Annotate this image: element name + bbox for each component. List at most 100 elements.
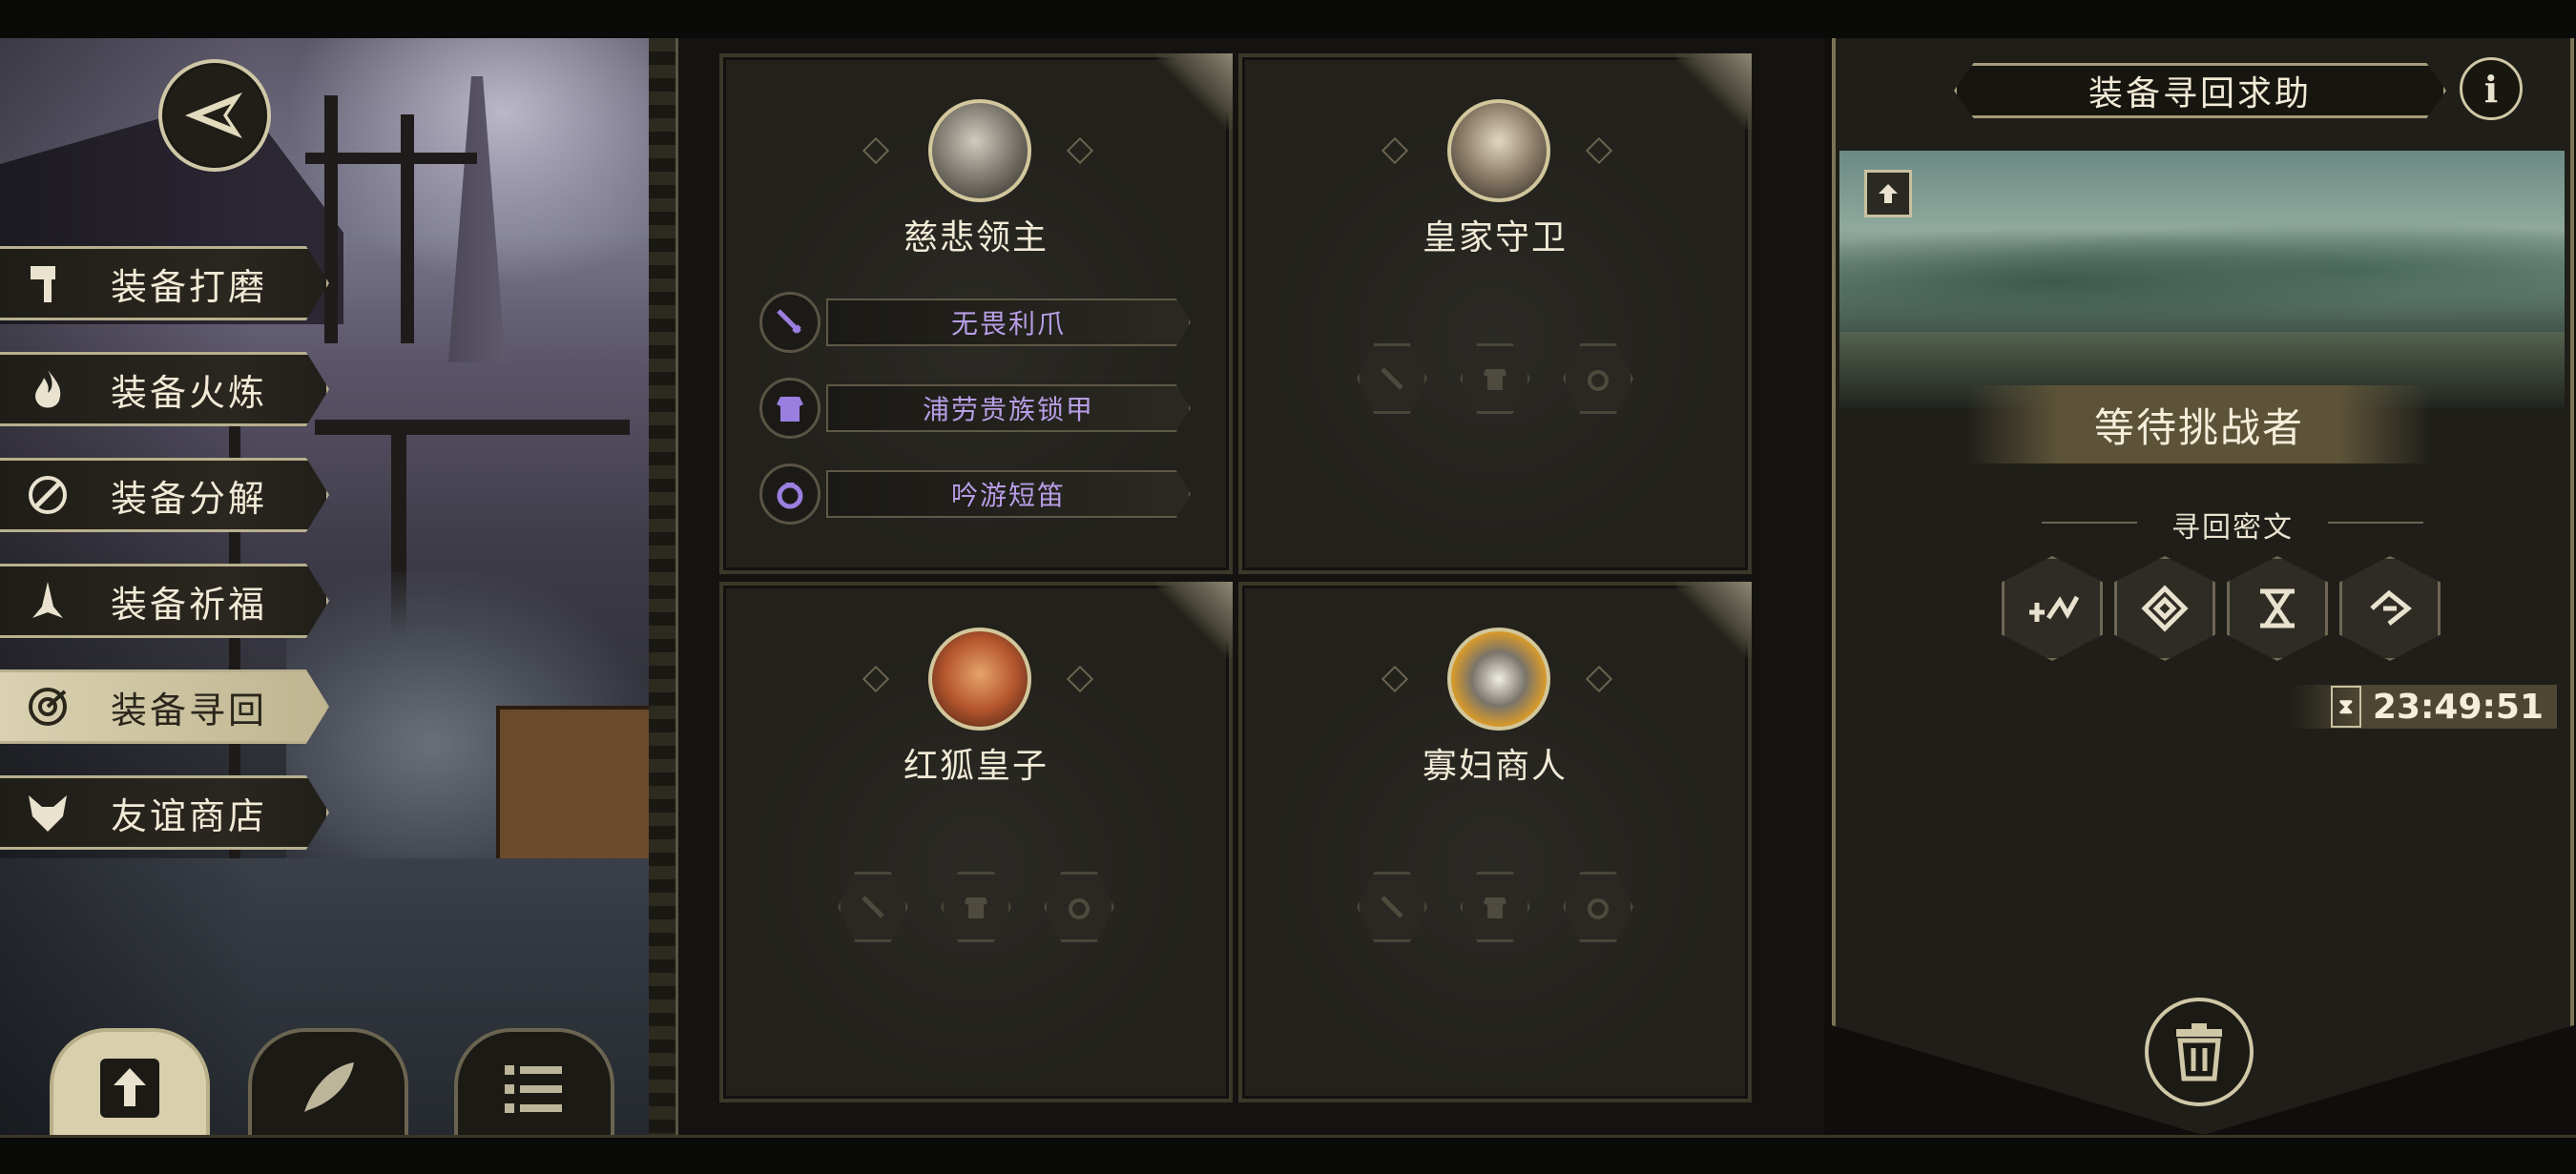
rune-3-icon	[2260, 588, 2295, 628]
empty-slots	[1242, 343, 1748, 414]
equipment-row[interactable]: 吟游短笛	[759, 463, 1191, 525]
back-arrow-icon	[185, 93, 242, 138]
hero-card[interactable]: 寡妇商人	[1238, 582, 1752, 1102]
hero-name: 寡妇商人	[1422, 747, 1568, 786]
diamond-ornament	[1381, 136, 1409, 165]
equipment-name: 浦劳贵族锁甲	[826, 384, 1191, 432]
diamond-ornament	[862, 136, 890, 165]
rune-2-icon	[2141, 585, 2189, 632]
diamond-ornament	[862, 665, 890, 693]
diamond-ornament	[1585, 136, 1613, 165]
ring-icon	[1588, 370, 1609, 391]
retrieve-icon	[21, 680, 74, 733]
menu-item-forge[interactable]: 装备火炼	[0, 352, 329, 426]
countdown-timer: ⧗ 23:49:51	[2290, 685, 2557, 729]
feather-icon	[304, 1062, 354, 1112]
diamond-ornament	[1381, 665, 1409, 693]
sword-icon	[1381, 367, 1403, 390]
armor-icon	[759, 378, 821, 439]
hourglass-icon: ⧗	[2330, 686, 2361, 728]
panel-border	[649, 38, 678, 1135]
flame-icon	[21, 362, 74, 416]
armor-icon	[965, 897, 987, 918]
menu-label: 装备寻回	[111, 689, 268, 731]
menu-label: 装备分解	[111, 477, 268, 520]
card-corner	[1156, 582, 1233, 658]
hammer-icon	[21, 257, 74, 310]
card-corner	[1675, 582, 1752, 658]
menu-label: 装备祈福	[111, 583, 268, 626]
sword-icon	[1381, 896, 1403, 918]
upload-button[interactable]	[50, 1028, 210, 1144]
pray-icon	[21, 574, 74, 628]
armor-slot[interactable]	[941, 872, 1011, 942]
weapon-slot[interactable]	[838, 872, 908, 942]
weapon-slot[interactable]	[1357, 872, 1427, 942]
menu-item-bless[interactable]: 装备祈福	[0, 564, 329, 638]
trash-icon	[2176, 1023, 2222, 1081]
menu-label: 友谊商店	[111, 794, 268, 837]
cipher-runes	[2002, 556, 2441, 661]
equipment-menu: 装备打磨 装备火炼 装备分解 装备祈福 装备寻回 友谊商店	[0, 246, 329, 881]
upload-icon	[1879, 184, 1898, 203]
list-button[interactable]	[454, 1028, 614, 1144]
diamond-ornament	[1066, 136, 1094, 165]
menu-item-friend-shop[interactable]: 友谊商店	[0, 775, 329, 850]
hero-card[interactable]: 皇家守卫	[1238, 53, 1752, 574]
rune-4-icon	[2370, 589, 2413, 626]
sword-icon	[759, 292, 821, 353]
ring-icon	[1069, 898, 1090, 919]
delete-button[interactable]	[2145, 998, 2254, 1106]
ring-icon	[1588, 898, 1609, 919]
status-label: 等待挑战者	[1965, 385, 2433, 463]
decompose-icon	[21, 468, 74, 522]
rune-slot[interactable]	[2002, 556, 2103, 661]
menu-label: 装备火炼	[111, 371, 268, 414]
armor-slot[interactable]	[1460, 343, 1530, 414]
back-button[interactable]	[158, 59, 271, 172]
info-button[interactable]: i	[2460, 57, 2523, 120]
list-icon	[505, 1065, 562, 1113]
feather-button[interactable]	[248, 1028, 408, 1144]
diamond-ornament	[1585, 665, 1613, 693]
menu-label: 装备打磨	[111, 265, 268, 308]
bottom-frame	[0, 1135, 2576, 1174]
hero-card[interactable]: 慈悲领主 无畏利爪 浦劳贵族锁甲 吟游短笛	[719, 53, 1233, 574]
empty-slots	[1242, 872, 1748, 942]
hero-portrait	[928, 628, 1031, 731]
cipher-title: 寻回密文	[2171, 511, 2294, 545]
ring-icon	[759, 463, 821, 525]
hero-name: 慈悲领主	[903, 218, 1049, 257]
accessory-slot[interactable]	[1044, 872, 1114, 942]
armor-slot[interactable]	[1460, 872, 1530, 942]
diamond-ornament	[1066, 665, 1094, 693]
hero-portrait	[928, 99, 1031, 202]
accessory-slot[interactable]	[1563, 872, 1633, 942]
equipment-row[interactable]: 浦劳贵族锁甲	[759, 378, 1191, 439]
rune-slot[interactable]	[2114, 556, 2215, 661]
card-corner	[1156, 53, 1233, 130]
divider-line	[2328, 522, 2423, 524]
empty-slots	[723, 872, 1229, 942]
top-frame	[0, 0, 2576, 41]
hero-portrait	[1447, 628, 1550, 731]
menu-item-polish[interactable]: 装备打磨	[0, 246, 329, 320]
menu-item-decompose[interactable]: 装备分解	[0, 458, 329, 532]
menu-item-retrieve[interactable]: 装备寻回	[0, 669, 329, 744]
hero-card[interactable]: 红狐皇子	[719, 582, 1233, 1102]
card-corner	[1675, 53, 1752, 130]
rune-slot[interactable]	[2227, 556, 2328, 661]
hero-portrait	[1447, 99, 1550, 202]
equipment-row[interactable]: 无畏利爪	[759, 292, 1191, 353]
challenge-banner	[1839, 151, 2565, 408]
hero-name: 皇家守卫	[1422, 218, 1568, 257]
weapon-slot[interactable]	[1357, 343, 1427, 414]
equipment-name: 吟游短笛	[826, 470, 1191, 518]
rune-slot[interactable]	[2339, 556, 2441, 661]
armor-icon	[1484, 369, 1506, 390]
sword-icon	[862, 896, 884, 918]
rune-1-icon	[2029, 595, 2079, 622]
accessory-slot[interactable]	[1563, 343, 1633, 414]
share-button[interactable]	[1864, 170, 1912, 217]
upload-icon	[100, 1059, 159, 1118]
